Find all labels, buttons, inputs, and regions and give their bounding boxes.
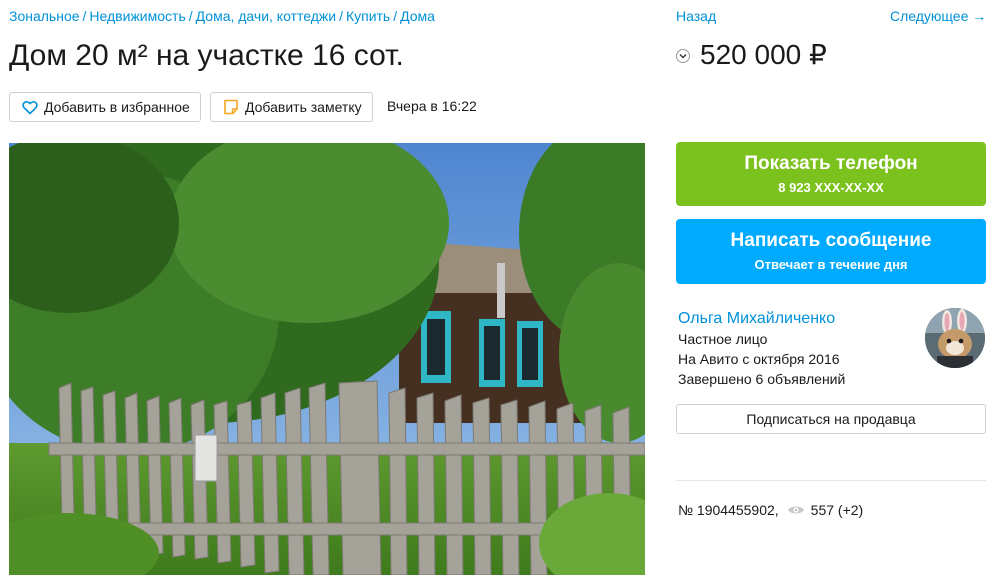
back-link[interactable]: Назад [676, 8, 716, 24]
breadcrumb-separator: / [82, 8, 87, 24]
listing-meta: № 1904455902, 557 (+2) [678, 502, 863, 518]
phone-number-masked: 8 923 XXX-XX-XX [778, 180, 884, 195]
add-to-favorites-button[interactable]: Добавить в избранное [9, 92, 201, 122]
breadcrumb-separator: / [339, 8, 343, 24]
seller-avatar-image [925, 308, 985, 368]
chevron-down-icon[interactable] [676, 49, 690, 63]
breadcrumb-item-houses-dachas[interactable]: Дома, дачи, коттеджи [196, 8, 336, 24]
add-note-label: Добавить заметку [245, 99, 362, 115]
price: 520 000 ₽ [700, 39, 827, 70]
seller-name-link[interactable]: Ольга Михайличенко [678, 310, 835, 328]
seller-completed-ads: Завершено 6 объявлений [678, 371, 846, 387]
eye-icon [787, 504, 805, 516]
breadcrumb-item-houses[interactable]: Дома [400, 8, 435, 24]
breadcrumb-separator: / [188, 8, 193, 24]
breadcrumb-separator: / [393, 8, 398, 24]
listing-id: № 1904455902, [678, 502, 779, 518]
note-icon [224, 99, 238, 115]
response-time: Отвечает в течение дня [754, 257, 908, 272]
subscribe-seller-button[interactable]: Подписаться на продавца [676, 404, 986, 434]
next-link[interactable]: Следующее → [890, 8, 986, 24]
house-photo-image [9, 143, 645, 575]
avatar[interactable] [925, 308, 985, 368]
views-count: 557 (+2) [810, 502, 864, 518]
breadcrumb-item-zonalnoe[interactable]: Зональное [9, 8, 80, 24]
show-phone-label: Показать телефон [744, 153, 918, 174]
heart-icon [22, 100, 38, 114]
seller-since: На Авито с октября 2016 [678, 351, 840, 367]
add-to-favorites-label: Добавить в избранное [44, 99, 190, 115]
divider [676, 480, 986, 481]
breadcrumb: Зональное / Недвижимость / Дома, дачи, котте… [9, 8, 435, 24]
write-message-button[interactable]: Написать сообщение Отвечает в течение дн… [676, 219, 986, 284]
breadcrumb-item-realty[interactable]: Недвижимость [89, 8, 185, 24]
page-title: Дом 20 м² на участке 16 сот. [9, 39, 404, 72]
add-note-button[interactable]: Добавить заметку [210, 92, 373, 122]
posted-date: Вчера в 16:22 [387, 98, 477, 114]
seller-type: Частное лицо [678, 331, 768, 347]
write-message-label: Написать сообщение [730, 230, 932, 251]
breadcrumb-item-buy[interactable]: Купить [346, 8, 390, 24]
show-phone-button[interactable]: Показать телефон 8 923 XXX-XX-XX [676, 142, 986, 206]
listing-photo[interactable] [9, 143, 645, 575]
price-block: 520 000 ₽ [676, 38, 827, 71]
